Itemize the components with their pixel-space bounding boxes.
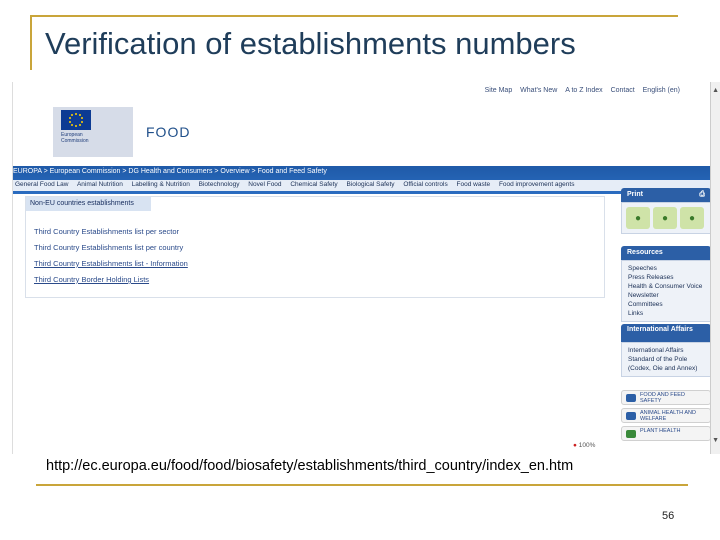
scroll-up-icon[interactable]: ▲: [712, 87, 719, 94]
language-selector[interactable]: English (en): [643, 87, 680, 94]
print-header: Print ⎙: [621, 188, 711, 202]
theme-badges: FOOD AND FEED SAFETY ANIMAL HEALTH AND W…: [621, 390, 711, 444]
badge-label: FOOD AND FEED SAFETY: [640, 392, 685, 404]
menu-item-biological-safety[interactable]: Biological Safety: [347, 181, 395, 188]
menu-item-chemical-safety[interactable]: Chemical Safety: [290, 181, 337, 188]
print-options: ● ● ●: [621, 202, 711, 234]
apple-icon[interactable]: ●: [653, 207, 677, 229]
security-icon: ●: [573, 442, 577, 449]
menu-item-official-controls[interactable]: Official controls: [403, 181, 447, 188]
menu-item-labelling[interactable]: Labelling & Nutrition: [132, 181, 190, 188]
top-link-whats-new[interactable]: What's New: [520, 87, 557, 94]
title-left-rule: [30, 15, 32, 70]
source-url: http://ec.europa.eu/food/food/biosafety/…: [46, 458, 574, 474]
logo-text: European Commission: [61, 132, 89, 144]
resources-box: Resources Speeches Press Releases Health…: [621, 246, 711, 322]
resource-link[interactable]: Links: [628, 309, 704, 318]
top-link-a-z-index[interactable]: A to Z Index: [565, 87, 602, 94]
menu-item-general-food-law[interactable]: General Food Law: [15, 181, 68, 188]
food-safety-icon: [626, 394, 636, 402]
menu-item-biotechnology[interactable]: Biotechnology: [199, 181, 240, 188]
link-per-country[interactable]: Third Country Establishments list per co…: [34, 243, 183, 252]
badge-plant-health[interactable]: PLANT HEALTH: [621, 426, 711, 441]
bottom-rule: [36, 484, 688, 486]
badge-food-safety[interactable]: FOOD AND FEED SAFETY: [621, 390, 711, 405]
international-header: International Affairs: [621, 324, 711, 342]
print-box: Print ⎙ ● ● ●: [621, 188, 711, 234]
badge-label: PLANT HEALTH: [640, 428, 681, 434]
browser-screenshot: Site Map What's New A to Z Index Contact…: [12, 82, 720, 454]
breadcrumb[interactable]: EUROPA > European Commission > DG Health…: [13, 168, 327, 175]
international-link[interactable]: Standard of the Pole (Codex, Oie and Ann…: [628, 355, 704, 373]
link-per-sector[interactable]: Third Country Establishments list per se…: [34, 227, 179, 236]
scroll-down-icon[interactable]: ▼: [712, 437, 719, 444]
page-number: 56: [662, 510, 675, 522]
menu-item-food-improvement[interactable]: Food improvement agents: [499, 181, 575, 188]
panel-title: Non-EU countries establishments: [26, 197, 151, 211]
international-box: International Affairs International Affa…: [621, 324, 711, 377]
eu-flag-icon: [61, 110, 91, 130]
menu-item-animal-nutrition[interactable]: Animal Nutrition: [77, 181, 123, 188]
title-top-rule: [30, 15, 678, 17]
resource-link[interactable]: Committees: [628, 300, 704, 309]
plant-health-icon: [626, 430, 636, 438]
content-panel: Non-EU countries establishments Third Co…: [25, 196, 605, 298]
link-information[interactable]: Third Country Establishments list - Info…: [34, 259, 188, 268]
resources-header: Resources: [621, 246, 711, 260]
resource-link[interactable]: Health & Consumer Voice Newsletter: [628, 282, 704, 300]
resource-link[interactable]: Press Releases: [628, 273, 704, 282]
eu-stars-icon: [69, 113, 83, 127]
top-link-site-map[interactable]: Site Map: [485, 87, 513, 94]
menu-item-novel-food[interactable]: Novel Food: [248, 181, 281, 188]
badge-label: ANIMAL HEALTH AND WELFARE: [640, 410, 696, 422]
resources-list: Speeches Press Releases Health & Consume…: [621, 260, 711, 322]
animal-health-icon: [626, 412, 636, 420]
scrollbar[interactable]: [710, 82, 720, 454]
menu-item-food-waste[interactable]: Food waste: [457, 181, 491, 188]
print-label[interactable]: Print: [627, 191, 643, 198]
status-bar: ● 100%: [573, 442, 595, 449]
zoom-level[interactable]: 100%: [579, 442, 596, 449]
top-links: Site Map What's New A to Z Index Contact…: [479, 87, 680, 94]
international-link[interactable]: International Affairs: [628, 346, 704, 355]
link-border-holding[interactable]: Third Country Border Holding Lists: [34, 275, 149, 284]
resource-link[interactable]: Speeches: [628, 264, 704, 273]
section-label: FOOD: [146, 124, 191, 140]
apple-icon[interactable]: ●: [680, 207, 704, 229]
badge-animal-health[interactable]: ANIMAL HEALTH AND WELFARE: [621, 408, 711, 423]
apple-icon[interactable]: ●: [626, 207, 650, 229]
top-link-contact[interactable]: Contact: [611, 87, 635, 94]
international-list: International Affairs Standard of the Po…: [621, 342, 711, 377]
slide-title: Verification of establishments numbers: [45, 26, 576, 61]
printer-icon[interactable]: ⎙: [699, 191, 705, 199]
main-menu: General Food Law Animal Nutrition Labell…: [13, 180, 711, 191]
